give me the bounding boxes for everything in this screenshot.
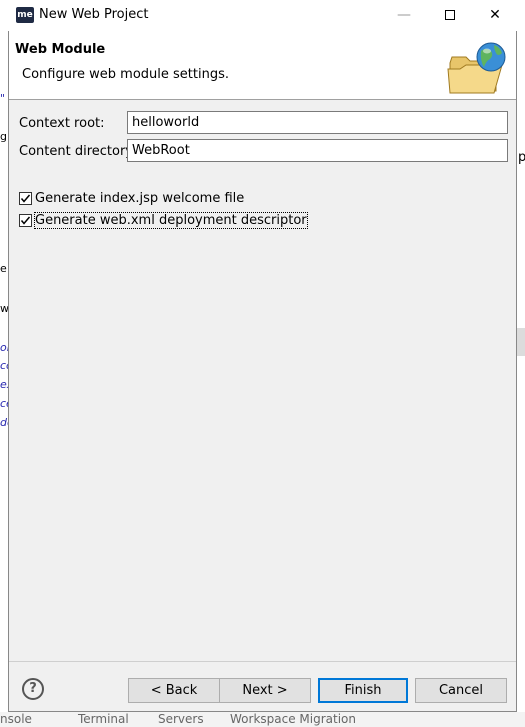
checkmark-icon: [20, 216, 31, 225]
generate-web-xml-option[interactable]: Generate web.xml deployment descriptor: [19, 212, 308, 229]
back-button[interactable]: < Back: [128, 678, 220, 703]
checkmark-icon: [20, 194, 31, 203]
wizard-header: Web Module Configure web module settings…: [9, 31, 516, 100]
close-icon: ✕: [489, 7, 501, 23]
page-description: Configure web module settings.: [22, 67, 229, 82]
context-root-label: Context root:: [19, 116, 105, 131]
folder-globe-icon: [447, 42, 506, 94]
tab-servers[interactable]: Servers: [158, 712, 204, 726]
context-root-input[interactable]: helloworld: [127, 111, 508, 134]
bg-fragment: p: [518, 150, 525, 165]
tab-workspace-migration[interactable]: Workspace Migration: [230, 712, 356, 726]
tab-terminal[interactable]: Terminal: [78, 712, 129, 726]
cancel-button[interactable]: Cancel: [415, 678, 507, 703]
tab-console[interactable]: nsole: [0, 712, 32, 726]
content-directory-label: Content directory:: [19, 144, 137, 159]
minimize-icon: —: [397, 7, 411, 23]
generate-index-jsp-option[interactable]: Generate index.jsp welcome file: [19, 191, 244, 206]
finish-button[interactable]: Finish: [318, 678, 408, 703]
background-editor-left: " g e w on cc ex ce de: [0, 0, 14, 727]
page-title: Web Module: [15, 42, 106, 57]
maximize-icon: [445, 10, 455, 20]
title-bar: me New Web Project — ✕: [1, 0, 525, 31]
maximize-button[interactable]: [427, 0, 473, 31]
button-bar-separator: [9, 661, 516, 662]
bg-fragment: e: [0, 262, 7, 275]
generate-index-jsp-checkbox[interactable]: [19, 192, 32, 205]
bg-highlight: [517, 328, 525, 356]
generate-index-jsp-label: Generate index.jsp welcome file: [35, 191, 245, 206]
ide-bottom-tabs: nsole Terminal Servers Workspace Migrati…: [0, 712, 525, 727]
background-editor-right: p: [517, 0, 525, 727]
help-icon: ?: [29, 681, 37, 696]
new-web-project-dialog: me New Web Project — ✕ Web Module Config…: [1, 0, 525, 712]
close-button[interactable]: ✕: [472, 0, 518, 31]
content-directory-input[interactable]: WebRoot: [127, 139, 508, 162]
app-icon: me: [16, 7, 34, 23]
next-button[interactable]: Next >: [219, 678, 311, 703]
window-title: New Web Project: [39, 7, 149, 22]
generate-web-xml-checkbox[interactable]: [19, 214, 32, 227]
generate-web-xml-label: Generate web.xml deployment descriptor: [34, 212, 308, 229]
minimize-button[interactable]: —: [381, 0, 427, 31]
bg-fragment: g: [0, 130, 7, 143]
bg-fragment: ": [0, 92, 6, 105]
help-button[interactable]: ?: [22, 678, 44, 700]
